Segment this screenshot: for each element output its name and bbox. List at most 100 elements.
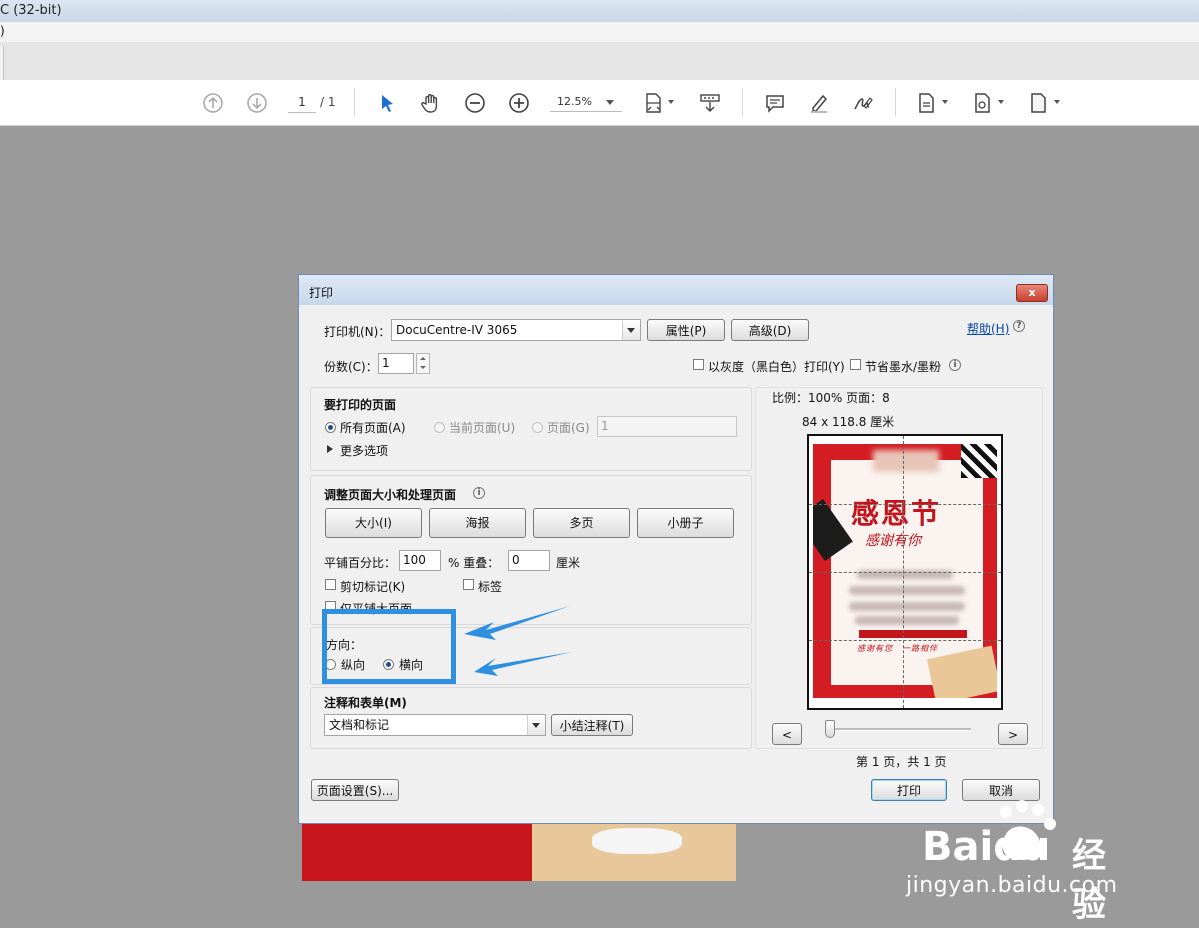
chevron-down-icon[interactable] <box>942 100 948 104</box>
grayscale-checkbox[interactable] <box>693 359 704 370</box>
poster-subtitle: 感谢有你 <box>865 533 921 549</box>
print-button[interactable]: 打印 <box>871 779 947 801</box>
properties-button[interactable]: 属性(P) <box>647 319 725 341</box>
help-link[interactable]: 帮助(H) <box>967 320 1009 337</box>
page-setup-button[interactable]: 页面设置(S)... <box>311 779 399 801</box>
chevron-down-icon[interactable] <box>998 100 1004 104</box>
dialog-title-bar: 打印 x <box>299 275 1053 305</box>
zoom-in-icon[interactable] <box>507 91 531 115</box>
tab-strip <box>0 42 1199 81</box>
preview-scale: 比例：100% 页面：8 <box>772 391 890 405</box>
arrow-pointer-upper <box>464 606 570 640</box>
poster-blurred-header <box>873 450 939 472</box>
watermark-url: jingyan.baidu.com <box>906 873 1118 898</box>
dialog-title: 打印 <box>309 286 334 300</box>
page-number-input[interactable]: 1 <box>288 92 316 113</box>
preview-size: 84 x 118.8 厘米 <box>802 415 895 429</box>
cut-marks-label: 剪切标记(K) <box>340 580 406 594</box>
multiple-pages-button[interactable]: 多页 <box>533 508 630 538</box>
cut-marks-checkbox[interactable] <box>325 579 336 590</box>
more-options-link[interactable]: 更多选项 <box>340 442 388 459</box>
info-icon[interactable]: i <box>473 487 485 499</box>
all-pages-radio[interactable] <box>325 422 336 433</box>
expand-triangle-icon[interactable] <box>327 445 333 453</box>
stepper-down-icon[interactable] <box>420 366 426 369</box>
print-dialog: 打印 x 打印机(N)： DocuCentre-IV 3065 属性(P) 高级… <box>298 274 1054 824</box>
highlight-icon[interactable] <box>807 91 831 115</box>
poster-ribbon <box>859 630 967 638</box>
chevron-down-icon <box>527 715 545 735</box>
pages-label: 页面(G) <box>547 421 590 435</box>
toolbar-divider <box>895 88 896 116</box>
close-button[interactable]: x <box>1016 284 1048 302</box>
menu-fragment[interactable]: ) <box>0 24 5 38</box>
arrow-pointer-lower <box>474 652 572 676</box>
copies-input[interactable]: 1 <box>378 353 414 374</box>
page-tool-icon[interactable] <box>914 91 938 115</box>
zoom-select[interactable]: 12.5% <box>550 92 622 112</box>
annotation-arrows <box>464 606 572 676</box>
bow-graphic <box>592 828 682 854</box>
tile-guide-horizontal <box>809 640 1001 641</box>
comment-icon[interactable] <box>763 91 787 115</box>
orientation-highlight-box <box>322 609 456 684</box>
current-page-radio[interactable] <box>434 422 445 433</box>
poster-title: 感恩节 <box>851 497 942 530</box>
save-ink-checkbox[interactable] <box>850 359 861 370</box>
next-page-button[interactable]: > <box>998 723 1028 745</box>
save-ink-label: 节省墨水/墨粉 <box>865 360 942 374</box>
tab-edge[interactable] <box>0 46 4 80</box>
chevron-down-icon <box>606 100 614 105</box>
window-title-bar: C (32-bit) <box>0 0 1199 23</box>
print-preview: 感恩节 感谢有你 感谢有您 一路相伴 <box>807 434 1003 710</box>
arrow-up-circle-icon[interactable] <box>201 91 225 115</box>
preview-slider-track[interactable] <box>829 728 971 731</box>
page-total: / 1 <box>320 95 336 109</box>
zoom-out-icon[interactable] <box>463 91 487 115</box>
summarize-comments-button[interactable]: 小结注释(T) <box>551 714 633 736</box>
advanced-button[interactable]: 高级(D) <box>731 319 809 341</box>
copies-stepper[interactable] <box>416 353 430 374</box>
help-icon[interactable]: ? <box>1013 320 1025 332</box>
poster-stripes <box>961 444 997 478</box>
cancel-button[interactable]: 取消 <box>962 779 1040 801</box>
viewer-toolbar: 1 / 1 12.5% <box>0 80 1199 126</box>
labels-label: 标签 <box>478 580 503 594</box>
poster-thumbnail: 感恩节 感谢有你 感谢有您 一路相伴 <box>813 444 997 698</box>
labels-checkbox[interactable] <box>463 579 474 590</box>
stepper-up-icon[interactable] <box>420 357 426 360</box>
copies-label: 份数(C)： <box>324 360 378 374</box>
tile-guide-horizontal <box>809 504 1001 505</box>
pages-range-input[interactable]: 1 <box>597 416 737 437</box>
prev-page-button[interactable]: < <box>772 723 802 745</box>
preview-page-indicator: 第 1 页，共 1 页 <box>856 755 947 769</box>
printer-select[interactable]: DocuCentre-IV 3065 <box>391 319 641 341</box>
pages-radio[interactable] <box>532 422 543 433</box>
poster-blurred-line <box>849 586 965 595</box>
info-icon[interactable]: i <box>949 359 961 371</box>
tile-scale-label: 平铺百分比： <box>324 556 397 570</box>
select-arrow-icon[interactable] <box>375 91 399 115</box>
fit-page-icon[interactable] <box>642 91 666 115</box>
overlap-input[interactable]: 0 <box>508 550 550 571</box>
comments-select[interactable]: 文档和标记 <box>324 714 546 736</box>
arrow-down-circle-icon[interactable] <box>245 91 269 115</box>
sign-icon[interactable] <box>851 91 875 115</box>
booklet-button[interactable]: 小册子 <box>637 508 734 538</box>
zoom-value: 12.5% <box>557 95 592 108</box>
poster-button[interactable]: 海报 <box>429 508 526 538</box>
chevron-down-icon[interactable] <box>1054 100 1060 104</box>
tile-scale-input[interactable]: 100 <box>399 550 441 571</box>
chevron-down-icon <box>622 320 640 340</box>
pages-section-title: 要打印的页面 <box>324 398 397 412</box>
preview-slider-thumb[interactable] <box>825 720 835 738</box>
sizing-section-title: 调整页面大小和处理页面 <box>324 488 457 502</box>
window-title: C (32-bit) <box>0 3 62 18</box>
scroll-icon[interactable] <box>698 91 722 115</box>
chevron-down-icon[interactable] <box>668 100 674 104</box>
size-button[interactable]: 大小(I) <box>325 508 422 538</box>
printer-label: 打印机(N)： <box>324 325 391 339</box>
page-menu-icon[interactable] <box>1026 91 1050 115</box>
hand-icon[interactable] <box>419 91 443 115</box>
page-settings-icon[interactable] <box>970 91 994 115</box>
